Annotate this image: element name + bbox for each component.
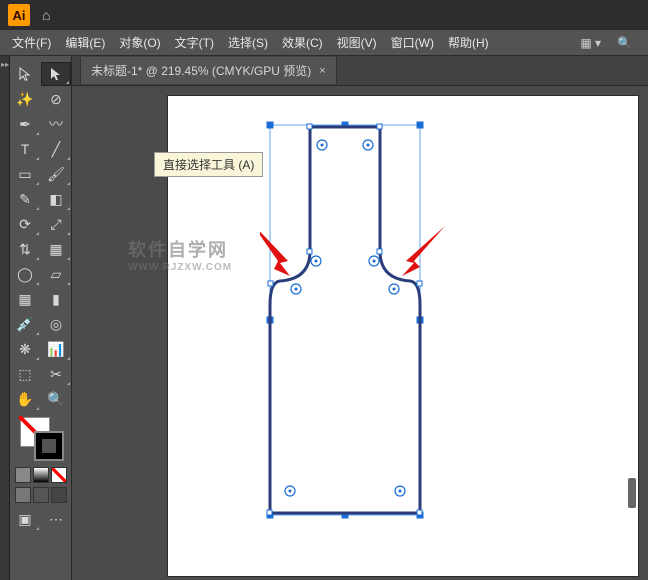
expand-icon[interactable]: ▸▸ bbox=[1, 60, 9, 69]
gradient-tool[interactable]: ▮ bbox=[41, 287, 71, 311]
direct-selection-tool[interactable] bbox=[41, 62, 71, 86]
screen-mode-tool[interactable]: ▣ bbox=[10, 507, 40, 531]
color-mode-solid[interactable] bbox=[15, 467, 31, 483]
curvature-tool[interactable]: 〰 bbox=[41, 112, 71, 136]
document-tab-bar: 未标题-1* @ 219.45% (CMYK/GPU 预览) × bbox=[72, 56, 648, 86]
artboard-tool[interactable]: ⬚ bbox=[10, 362, 40, 386]
workspace: ▸▸ ✨ ⊘ ✒ 〰 T ╱ ▭ 🖌 ✎ ◧ ⟳ ⤢ ⇅ ▦ ◯ ▱ ▦ ▮ 💉… bbox=[0, 56, 648, 580]
shaper-tool[interactable]: ✎ bbox=[10, 187, 40, 211]
selection-tool[interactable] bbox=[10, 62, 40, 86]
corner-widget[interactable] bbox=[363, 140, 373, 150]
draw-inside[interactable] bbox=[51, 487, 67, 503]
lasso-tool[interactable]: ⊘ bbox=[41, 87, 71, 111]
pen-tool[interactable]: ✒ bbox=[10, 112, 40, 136]
document-area: 未标题-1* @ 219.45% (CMYK/GPU 预览) × 直接选择工具 … bbox=[72, 56, 648, 580]
home-icon[interactable]: ⌂ bbox=[42, 7, 50, 23]
shape-builder-tool[interactable]: ◯ bbox=[10, 262, 40, 286]
watermark: 软件自学网 WWW.RJZXW.COM bbox=[128, 236, 232, 273]
menu-effect[interactable]: 效果(C) bbox=[278, 32, 327, 53]
panel-collapse-rail[interactable]: ▸▸ bbox=[0, 56, 10, 580]
menu-view[interactable]: 视图(V) bbox=[333, 32, 381, 53]
draw-mode-row bbox=[15, 487, 67, 503]
corner-widget[interactable] bbox=[369, 256, 379, 266]
title-bar: Ai ⌂ bbox=[0, 0, 648, 30]
paintbrush-tool[interactable]: 🖌 bbox=[41, 162, 71, 186]
vertical-scrollbar[interactable] bbox=[628, 478, 636, 508]
menu-file[interactable]: 文件(F) bbox=[8, 32, 55, 53]
workspace-switcher-icon[interactable]: ▦ ▾ bbox=[576, 34, 605, 52]
fill-stroke-swatches[interactable] bbox=[16, 417, 66, 463]
line-segment-tool[interactable]: ╱ bbox=[41, 137, 71, 161]
corner-widget[interactable] bbox=[317, 140, 327, 150]
menu-bar: 文件(F) 编辑(E) 对象(O) 文字(T) 选择(S) 效果(C) 视图(V… bbox=[0, 30, 648, 56]
stroke-color-swatch[interactable] bbox=[34, 431, 64, 461]
rectangle-tool[interactable]: ▭ bbox=[10, 162, 40, 186]
eraser-tool[interactable]: ◧ bbox=[41, 187, 71, 211]
menu-edit[interactable]: 编辑(E) bbox=[61, 32, 109, 53]
color-mode-row bbox=[15, 467, 67, 483]
toolbox: ✨ ⊘ ✒ 〰 T ╱ ▭ 🖌 ✎ ◧ ⟳ ⤢ ⇅ ▦ ◯ ▱ ▦ ▮ 💉 ◎ … bbox=[10, 56, 72, 580]
blend-tool[interactable]: ◎ bbox=[41, 312, 71, 336]
scale-tool[interactable]: ⤢ bbox=[41, 212, 71, 236]
column-graph-tool[interactable]: 📊 bbox=[41, 337, 71, 361]
document-tab-title: 未标题-1* @ 219.45% (CMYK/GPU 预览) bbox=[91, 62, 311, 79]
zoom-tool[interactable]: 🔍 bbox=[41, 387, 71, 411]
edit-toolbar[interactable]: ⋯ bbox=[41, 507, 71, 531]
type-tool[interactable]: T bbox=[10, 137, 40, 161]
width-tool[interactable]: ⇅ bbox=[10, 237, 40, 261]
close-tab-icon[interactable]: × bbox=[319, 65, 325, 77]
menu-object[interactable]: 对象(O) bbox=[115, 32, 164, 53]
free-transform-tool[interactable]: ▦ bbox=[41, 237, 71, 261]
mesh-tool[interactable]: ▦ bbox=[10, 287, 40, 311]
menu-type[interactable]: 文字(T) bbox=[171, 32, 218, 53]
tool-tooltip: 直接选择工具 (A) bbox=[154, 152, 263, 177]
symbol-sprayer-tool[interactable]: ❋ bbox=[10, 337, 40, 361]
corner-widget[interactable] bbox=[395, 486, 405, 496]
color-mode-none[interactable] bbox=[51, 467, 67, 483]
perspective-grid-tool[interactable]: ▱ bbox=[41, 262, 71, 286]
corner-widget[interactable] bbox=[285, 486, 295, 496]
bottle-shape[interactable] bbox=[260, 121, 520, 541]
magic-wand-tool[interactable]: ✨ bbox=[10, 87, 40, 111]
eyedropper-tool[interactable]: 💉 bbox=[10, 312, 40, 336]
draw-normal[interactable] bbox=[15, 487, 31, 503]
menu-help[interactable]: 帮助(H) bbox=[444, 32, 493, 53]
hand-tool[interactable]: ✋ bbox=[10, 387, 40, 411]
corner-widget[interactable] bbox=[311, 256, 321, 266]
canvas[interactable]: 直接选择工具 (A) 软件自学网 WWW.RJZXW.COM bbox=[72, 86, 648, 580]
draw-behind[interactable] bbox=[33, 487, 49, 503]
color-mode-gradient[interactable] bbox=[33, 467, 49, 483]
corner-widget[interactable] bbox=[389, 284, 399, 294]
search-icon[interactable]: 🔍 bbox=[613, 34, 636, 52]
annotation-arrow-left bbox=[260, 221, 290, 276]
annotation-arrow-right bbox=[402, 226, 445, 276]
app-logo: Ai bbox=[8, 4, 30, 26]
rotate-tool[interactable]: ⟳ bbox=[10, 212, 40, 236]
menu-window[interactable]: 窗口(W) bbox=[387, 32, 438, 53]
menu-select[interactable]: 选择(S) bbox=[224, 32, 272, 53]
corner-widget[interactable] bbox=[291, 284, 301, 294]
slice-tool[interactable]: ✂ bbox=[41, 362, 71, 386]
artboard[interactable]: 直接选择工具 (A) 软件自学网 WWW.RJZXW.COM bbox=[168, 96, 638, 576]
document-tab[interactable]: 未标题-1* @ 219.45% (CMYK/GPU 预览) × bbox=[80, 57, 337, 84]
